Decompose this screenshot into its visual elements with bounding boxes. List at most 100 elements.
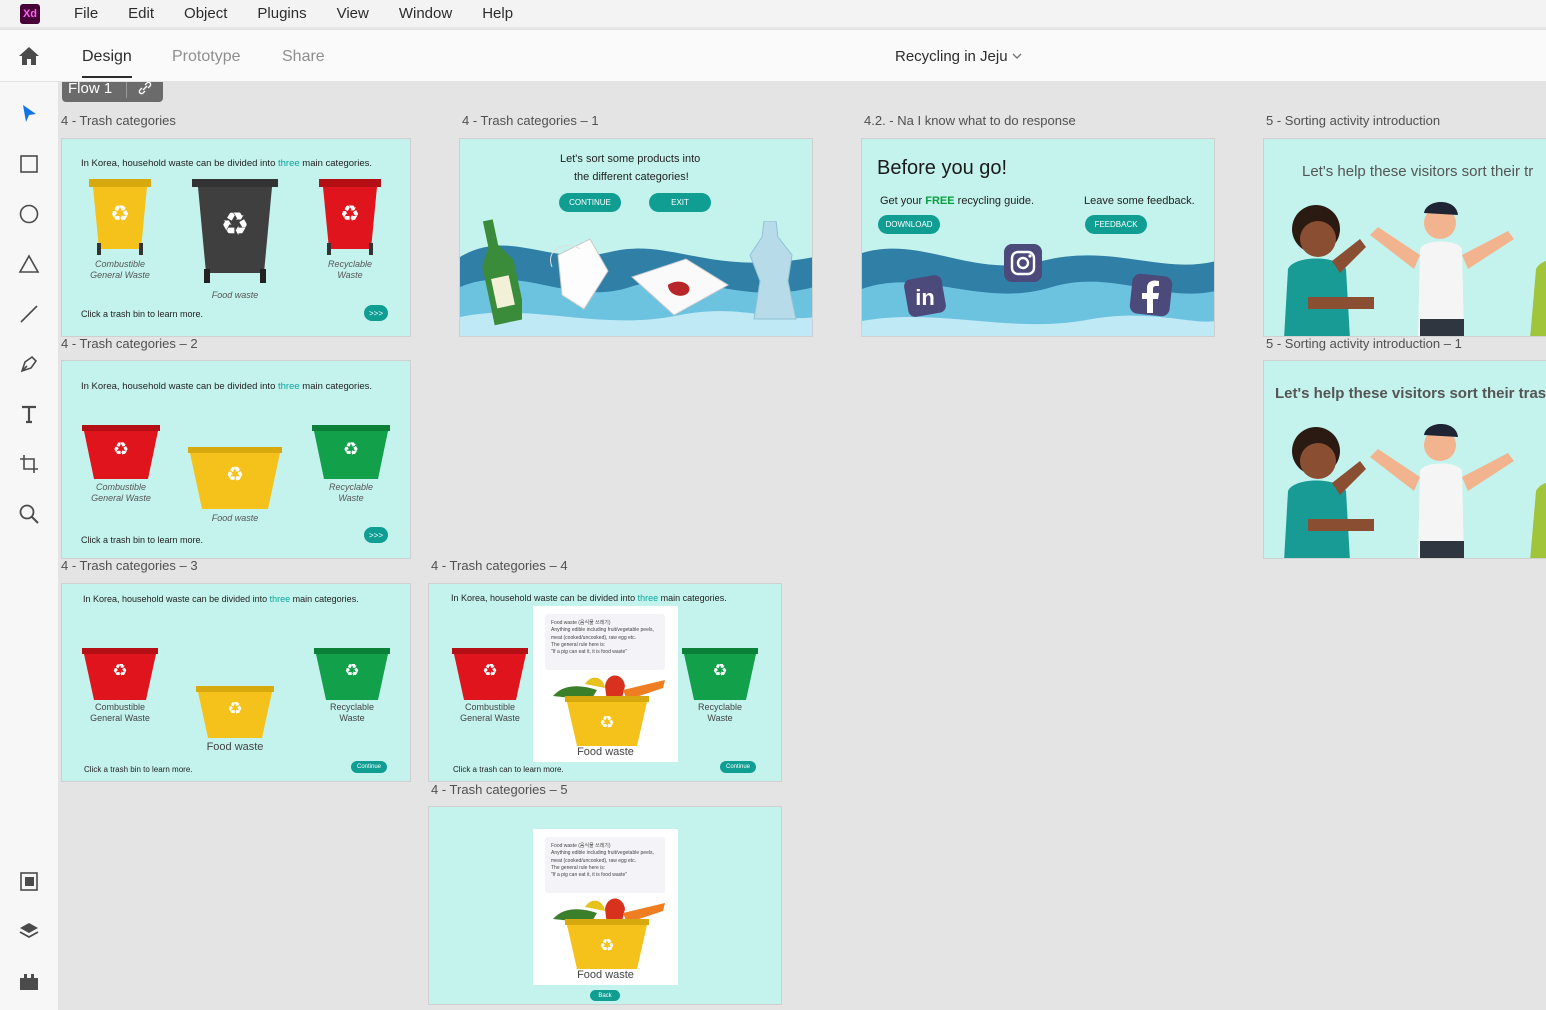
link-icon[interactable] [137, 82, 153, 96]
linkedin-icon[interactable]: in [904, 275, 946, 317]
bin-label-food: Food waste [577, 746, 634, 758]
back-button[interactable]: Back [590, 990, 620, 1001]
select-tool-icon[interactable] [17, 102, 41, 126]
red-bin-icon[interactable]: ♻ [82, 425, 160, 481]
assets-icon[interactable] [17, 869, 41, 893]
artboard-trash-categories-3[interactable]: In Korea, household waste can be divided… [61, 583, 411, 782]
artboard-sorting-intro-1[interactable]: Let's help these visitors sort their tra… [1263, 360, 1546, 559]
tab-design[interactable]: Design [82, 48, 132, 66]
document-title[interactable]: Recycling in Jeju [895, 48, 1008, 65]
bin-label-combustible: Combustible General Waste [460, 702, 520, 723]
menu-window[interactable]: Window [399, 5, 452, 22]
sort-title: Let's help these visitors sort their tr [1302, 163, 1534, 180]
design-canvas[interactable]: Flow 1 4 - Trash categories In Korea, ho… [60, 82, 1546, 1010]
yellow-bin-icon[interactable]: ♻ [196, 686, 274, 740]
red-bin-icon[interactable]: ♻ [319, 177, 381, 257]
note-title: Food waste (음식물 쓰레기) [551, 620, 611, 626]
feedback-button[interactable]: FEEDBACK [1085, 215, 1147, 234]
menu-edit[interactable]: Edit [128, 5, 154, 22]
menu-file[interactable]: File [74, 5, 98, 22]
home-icon[interactable] [18, 45, 40, 67]
artboard-sorting-intro[interactable]: Let's help these visitors sort their tr [1263, 138, 1546, 337]
green-bin-icon[interactable]: ♻ [682, 648, 758, 702]
yellow-bin-icon[interactable]: ♻ [89, 177, 151, 257]
feedback-text: Leave some feedback. [1084, 195, 1195, 207]
artboard-label[interactable]: 5 - Sorting activity introduction [1266, 113, 1440, 128]
continue-button[interactable]: CONTINUE [559, 193, 621, 212]
green-bin-icon[interactable]: ♻ [314, 648, 390, 702]
artboard-trash-categories[interactable]: In Korea, household waste can be divided… [61, 138, 411, 337]
hint-text: Click a trash can to learn more. [453, 765, 564, 774]
artboard-label[interactable]: 4 - Trash categories – 3 [61, 558, 198, 573]
intro-text: In Korea, household waste can be divided… [83, 594, 359, 604]
flow-label: Flow 1 [68, 82, 113, 97]
artboard-label[interactable]: 4 - Trash categories – 1 [462, 113, 599, 128]
svg-text:♻: ♻ [340, 201, 360, 226]
prompt-line-1: Let's sort some products into [560, 153, 701, 165]
polygon-tool-icon[interactable] [17, 252, 41, 276]
download-button[interactable]: DOWNLOAD [878, 215, 940, 234]
artboard-trash-categories-5[interactable]: Food waste (음식물 쓰레기) Anything edible inc… [428, 806, 782, 1005]
vegetables-in-bin-icon: ♻ [553, 675, 665, 746]
chevron-down-icon[interactable] [1012, 52, 1022, 60]
artboard-response[interactable]: Before you go! Get your FREE recycling g… [861, 138, 1215, 337]
menu-view[interactable]: View [337, 5, 369, 22]
artboard-tool-icon[interactable] [17, 452, 41, 476]
text-tool-icon[interactable] [17, 402, 41, 426]
continue-button[interactable]: Continue [720, 761, 756, 773]
menu-object[interactable]: Object [184, 5, 227, 22]
artboard-label[interactable]: 4.2. - Na I know what to do response [864, 113, 1076, 128]
bin-label-recyclable: Recyclable Waste [327, 259, 373, 280]
flow-start-marker[interactable]: Flow 1 [62, 82, 163, 102]
layers-icon[interactable] [17, 919, 41, 943]
note-quote: "If a pig can eat it, it is food waste" [551, 872, 628, 878]
visitors-illustration [1284, 424, 1546, 558]
svg-text:♻: ♻ [221, 206, 250, 242]
red-bin-icon[interactable]: ♻ [82, 648, 158, 702]
hint-text: Click a trash bin to learn more. [81, 309, 204, 319]
artboard-label[interactable]: 4 - Trash categories – 4 [431, 558, 568, 573]
artboard-label[interactable]: 5 - Sorting activity introduction – 1 [1266, 336, 1462, 351]
facebook-icon[interactable] [1129, 273, 1173, 317]
menu-help[interactable]: Help [482, 5, 513, 22]
svg-text:in: in [915, 285, 935, 310]
food-waste-info: Food waste (음식물 쓰레기) Anything edible inc… [545, 837, 665, 893]
svg-text:♻: ♻ [113, 439, 129, 459]
tab-prototype[interactable]: Prototype [172, 48, 240, 66]
instagram-icon[interactable] [1003, 243, 1043, 283]
svg-text:♻: ♻ [712, 661, 727, 680]
intro-text: In Korea, household waste can be divided… [81, 158, 372, 169]
continue-button[interactable]: Continue [351, 761, 387, 773]
sort-title: Let's help these visitors sort their tra… [1275, 385, 1546, 402]
next-button[interactable]: >>> [364, 527, 388, 543]
plugins-icon[interactable] [17, 969, 41, 993]
zoom-tool-icon[interactable] [17, 502, 41, 526]
ellipse-tool-icon[interactable] [17, 202, 41, 226]
red-bin-icon[interactable]: ♻ [452, 648, 528, 702]
pen-tool-icon[interactable] [17, 352, 41, 376]
next-button[interactable]: >>> [364, 305, 388, 321]
bin-label-combustible: Combustible General Waste [90, 259, 150, 280]
artboard-label[interactable]: 4 - Trash categories [61, 113, 176, 128]
mask-icon [550, 238, 609, 310]
tab-share[interactable]: Share [282, 48, 325, 66]
gray-bin-icon[interactable]: ♻ [192, 177, 278, 285]
menu-bar: Xd File Edit Object Plugins View Window … [0, 0, 1546, 28]
menu-plugins[interactable]: Plugins [257, 5, 306, 22]
exit-button[interactable]: EXIT [649, 193, 711, 212]
rectangle-tool-icon[interactable] [17, 152, 41, 176]
green-bin-icon[interactable]: ♻ [312, 425, 390, 481]
artboard-label[interactable]: 4 - Trash categories – 5 [431, 782, 568, 797]
svg-text:♻: ♻ [343, 439, 359, 459]
bin-label-food: Food waste [577, 969, 634, 981]
artboard-label[interactable]: 4 - Trash categories – 2 [61, 336, 198, 351]
flow-divider [126, 82, 127, 98]
yellow-bin-icon[interactable]: ♻ [188, 447, 282, 511]
mode-bar: Design Prototype Share Recycling in Jeju [0, 30, 1546, 82]
artboard-trash-categories-2[interactable]: In Korea, household waste can be divided… [61, 360, 411, 559]
artboard-trash-categories-4[interactable]: In Korea, household waste can be divided… [428, 583, 782, 782]
guide-text: Get your FREE recycling guide. [880, 195, 1035, 207]
line-tool-icon[interactable] [17, 302, 41, 326]
bottle-icon [482, 219, 522, 326]
artboard-trash-categories-1[interactable]: Let's sort some products into the differ… [459, 138, 813, 337]
